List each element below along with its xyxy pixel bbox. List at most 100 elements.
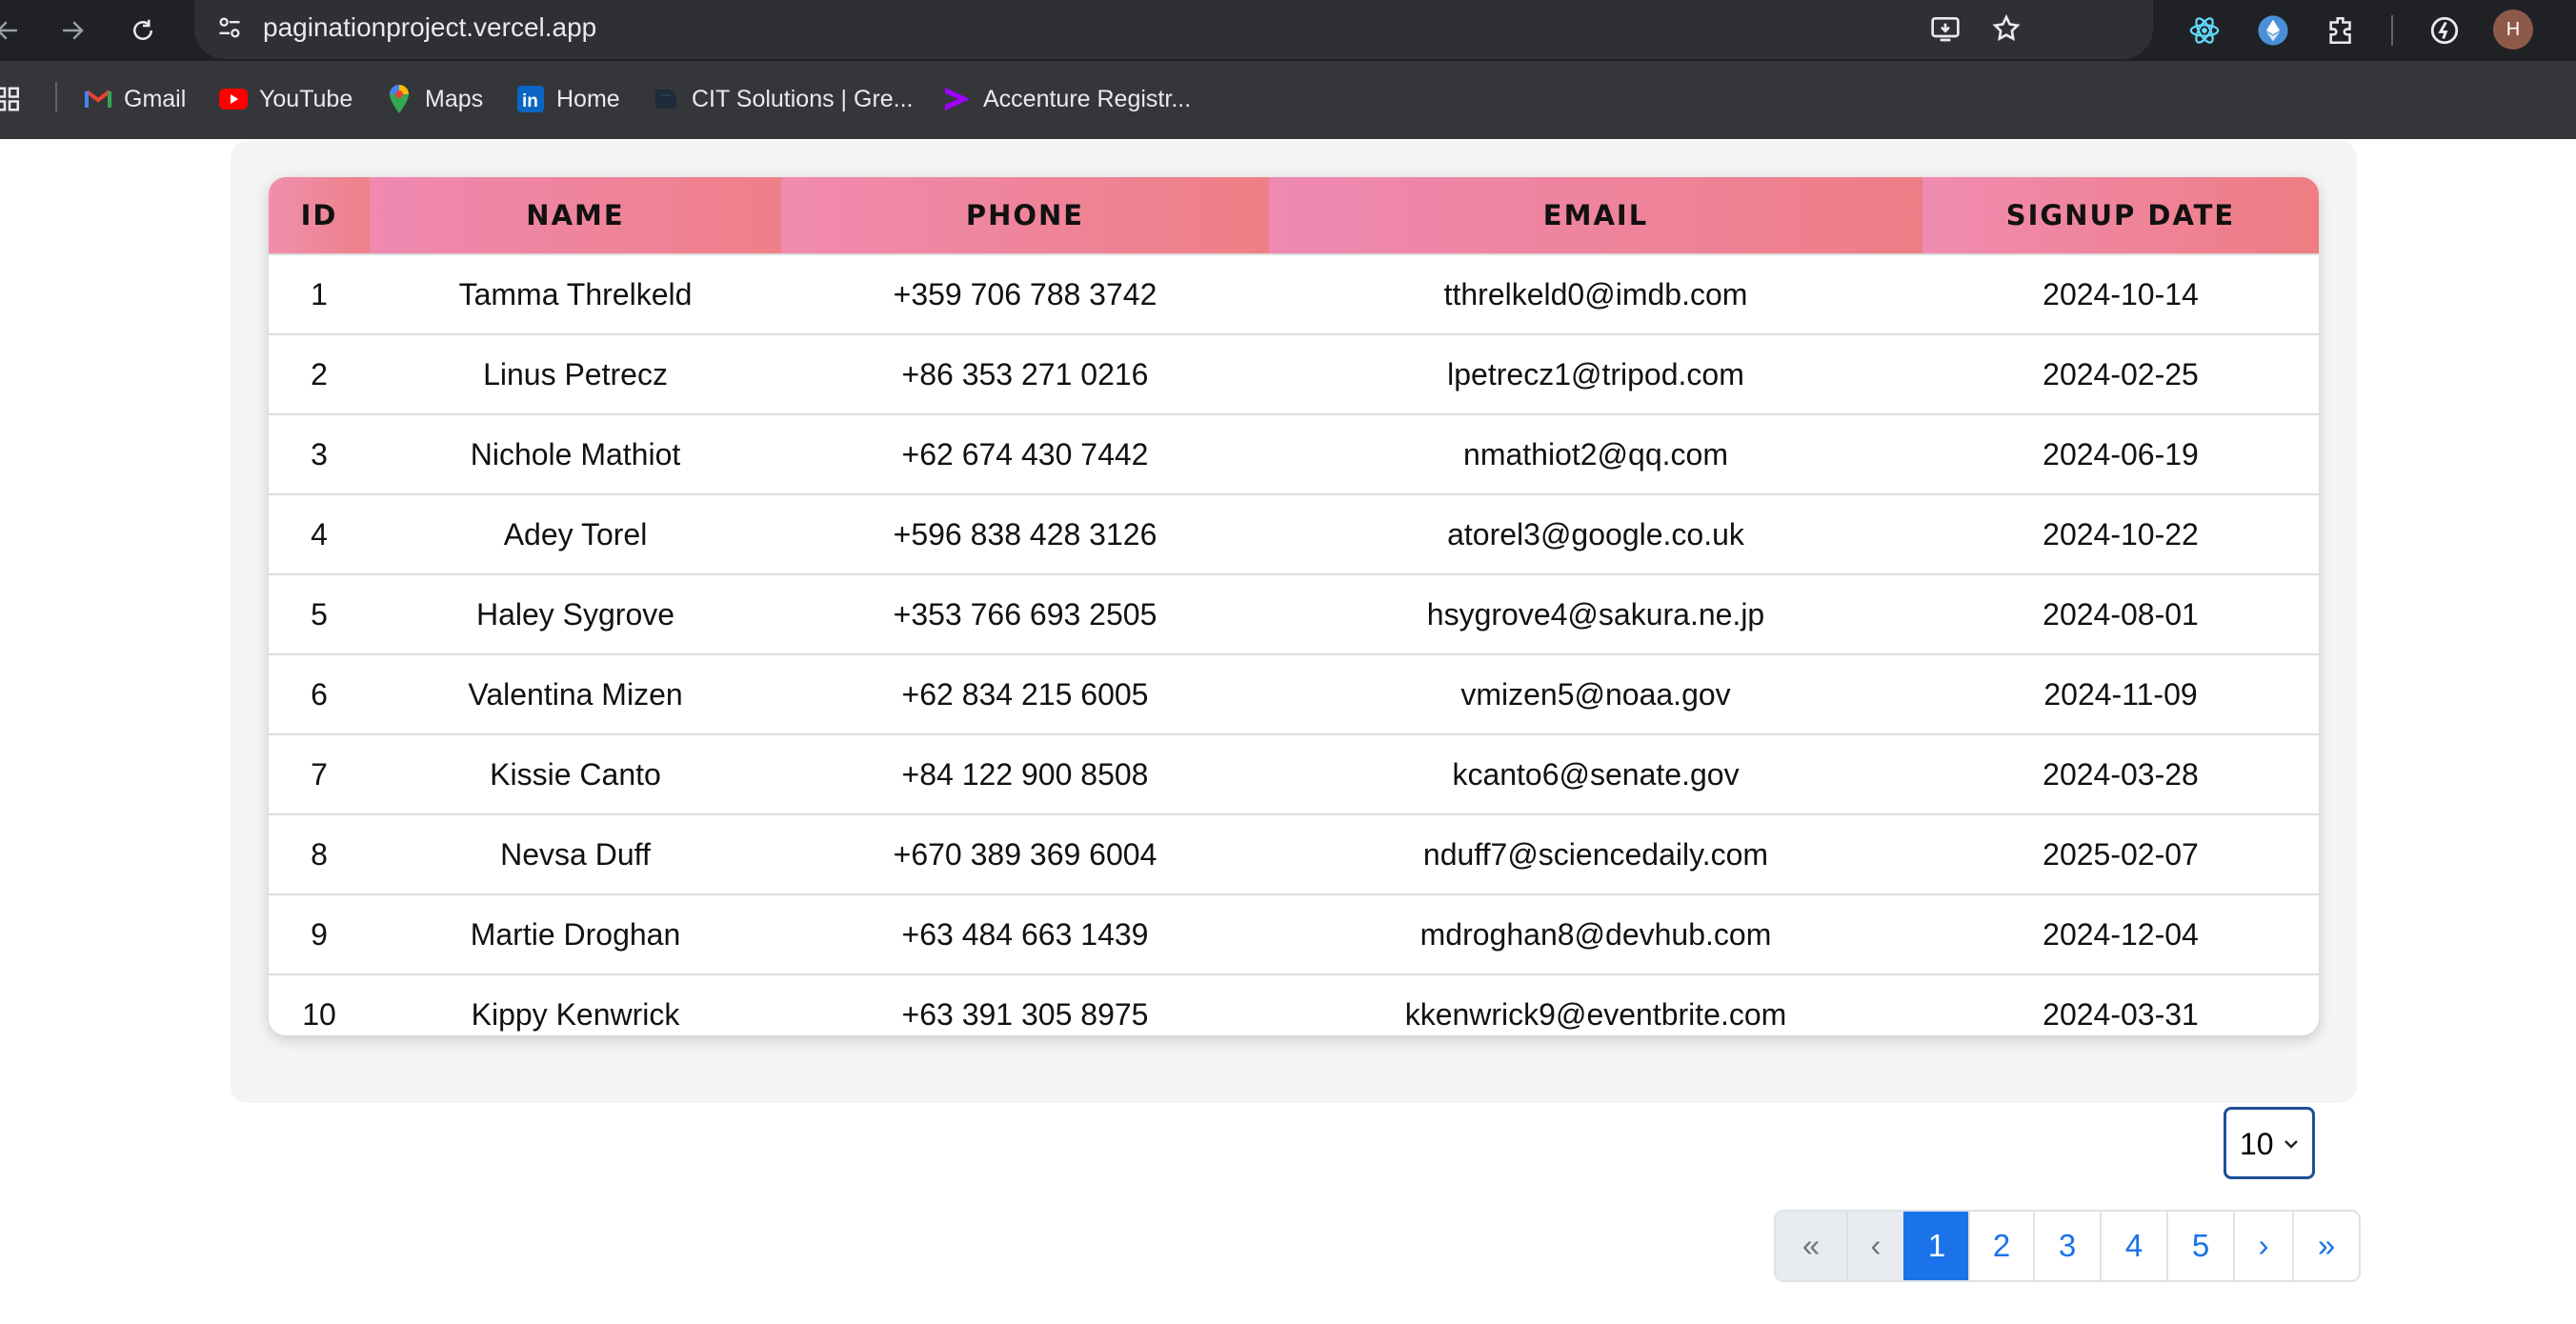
profile-avatar[interactable]: H <box>2493 10 2533 50</box>
bookmark-label: YouTube <box>259 85 353 112</box>
performance-icon[interactable] <box>2425 11 2464 50</box>
bookmark-label: Home <box>556 85 620 112</box>
cell-signup-date: 2025-02-07 <box>1922 813 2319 894</box>
bookmark-label: Gmail <box>124 85 187 112</box>
cell-name: Tamma Threlkeld <box>370 253 781 334</box>
table-row: 10 Kippy Kenwrick +63 391 305 8975 kkenw… <box>269 973 2319 1035</box>
prev-page-button[interactable]: ‹ <box>1846 1212 1903 1280</box>
table-row: 5 Haley Sygrove +353 766 693 2505 hsygro… <box>269 573 2319 654</box>
cell-name: Valentina Mizen <box>370 653 781 734</box>
react-devtools-icon[interactable] <box>2185 11 2224 50</box>
cell-email: kkenwrick9@eventbrite.com <box>1269 973 1922 1035</box>
cell-id: 5 <box>269 573 370 654</box>
header-id[interactable]: ID <box>269 177 370 254</box>
table-row: 3 Nichole Mathiot +62 674 430 7442 nmath… <box>269 413 2319 494</box>
apps-grid-icon[interactable] <box>0 80 29 118</box>
cell-phone: +63 484 663 1439 <box>781 893 1269 974</box>
page-button-3[interactable]: 3 <box>2033 1212 2100 1280</box>
cell-phone: +62 674 430 7442 <box>781 413 1269 494</box>
users-table: ID NAME PHONE EMAIL SIGNUP DATE 1 Tamma … <box>269 177 2319 1035</box>
bookmark-cit-solutions[interactable]: CIT Solutions | Gre... <box>652 80 914 118</box>
bookmark-accenture[interactable]: Accenture Registr... <box>943 80 1191 118</box>
site-settings-icon[interactable] <box>213 11 246 44</box>
toolbar-divider <box>2391 15 2393 46</box>
next-page-button[interactable]: › <box>2233 1212 2292 1280</box>
page-size-value: 10 <box>2240 1127 2274 1161</box>
bookmark-star-icon[interactable] <box>1987 10 2025 48</box>
forward-icon[interactable] <box>51 10 93 51</box>
cell-id: 10 <box>269 973 370 1035</box>
cell-name: Kippy Kenwrick <box>370 973 781 1035</box>
cell-signup-date: 2024-03-31 <box>1922 973 2319 1035</box>
gmail-icon <box>84 85 112 113</box>
page-button-4[interactable]: 4 <box>2100 1212 2166 1280</box>
cell-signup-date: 2024-12-04 <box>1922 893 2319 974</box>
bookmark-youtube[interactable]: YouTube <box>219 80 352 118</box>
cell-phone: +670 389 369 6004 <box>781 813 1269 894</box>
cell-phone: +353 766 693 2505 <box>781 573 1269 654</box>
cell-email: kcanto6@senate.gov <box>1269 733 1922 814</box>
cell-phone: +84 122 900 8508 <box>781 733 1269 814</box>
header-email[interactable]: EMAIL <box>1269 177 1922 254</box>
install-app-icon[interactable] <box>1926 10 1964 48</box>
chevron-down-icon <box>2280 1133 2303 1155</box>
back-icon[interactable] <box>0 10 29 51</box>
header-phone[interactable]: PHONE <box>781 177 1269 254</box>
page-button-2[interactable]: 2 <box>1968 1212 2033 1280</box>
users-table-container: ID NAME PHONE EMAIL SIGNUP DATE 1 Tamma … <box>269 177 2319 1035</box>
header-signup-date[interactable]: SIGNUP DATE <box>1922 177 2319 254</box>
table-row: 2 Linus Petrecz +86 353 271 0216 lpetrec… <box>269 333 2319 414</box>
bookmark-label: Accenture Registr... <box>983 85 1192 112</box>
cell-phone: +86 353 271 0216 <box>781 333 1269 414</box>
address-bar[interactable]: paginationproject.vercel.app <box>194 0 2153 59</box>
bookmarks-divider <box>55 82 57 112</box>
cell-signup-date: 2024-06-19 <box>1922 413 2319 494</box>
table-row: 8 Nevsa Duff +670 389 369 6004 nduff7@sc… <box>269 813 2319 894</box>
cell-id: 7 <box>269 733 370 814</box>
page-button-5[interactable]: 5 <box>2166 1212 2233 1280</box>
cell-id: 9 <box>269 893 370 974</box>
cell-id: 2 <box>269 333 370 414</box>
bookmark-gmail[interactable]: Gmail <box>84 80 186 118</box>
cell-name: Kissie Canto <box>370 733 781 814</box>
table-row: 9 Martie Droghan +63 484 663 1439 mdrogh… <box>269 893 2319 974</box>
browser-chrome: paginationproject.vercel.app H Gmail You… <box>0 0 2576 139</box>
cell-email: nduff7@sciencedaily.com <box>1269 813 1922 894</box>
cell-email: mdroghan8@devhub.com <box>1269 893 1922 974</box>
reload-icon[interactable] <box>122 10 164 51</box>
url-text[interactable]: paginationproject.vercel.app <box>263 11 596 44</box>
wallet-extension-icon[interactable] <box>2254 11 2292 50</box>
cell-id: 8 <box>269 813 370 894</box>
table-row: 4 Adey Torel +596 838 428 3126 atorel3@g… <box>269 493 2319 574</box>
page-button-1[interactable]: 1 <box>1903 1212 1968 1280</box>
table-header-row: ID NAME PHONE EMAIL SIGNUP DATE <box>269 177 2319 254</box>
cell-id: 1 <box>269 253 370 334</box>
bookmark-maps[interactable]: Maps <box>385 80 483 118</box>
extensions-puzzle-icon[interactable] <box>2323 11 2361 50</box>
first-page-button[interactable]: « <box>1776 1212 1846 1280</box>
table-row: 6 Valentina Mizen +62 834 215 6005 vmize… <box>269 653 2319 734</box>
cell-name: Linus Petrecz <box>370 333 781 414</box>
pagination: « ‹ 1 2 3 4 5 › » <box>1774 1210 2361 1282</box>
cell-signup-date: 2024-11-09 <box>1922 653 2319 734</box>
table-row: 1 Tamma Threlkeld +359 706 788 3742 tthr… <box>269 253 2319 334</box>
table-row: 7 Kissie Canto +84 122 900 8508 kcanto6@… <box>269 733 2319 814</box>
cell-id: 6 <box>269 653 370 734</box>
svg-text:in: in <box>522 91 538 111</box>
cell-email: atorel3@google.co.uk <box>1269 493 1922 574</box>
header-name[interactable]: NAME <box>370 177 781 254</box>
maps-icon <box>385 85 413 113</box>
cell-signup-date: 2024-02-25 <box>1922 333 2319 414</box>
cell-signup-date: 2024-08-01 <box>1922 573 2319 654</box>
cell-signup-date: 2024-03-28 <box>1922 733 2319 814</box>
accenture-icon <box>943 85 972 113</box>
cell-email: hsygrove4@sakura.ne.jp <box>1269 573 1922 654</box>
cit-icon <box>652 85 680 113</box>
youtube-icon <box>219 85 248 113</box>
linkedin-icon: in <box>516 85 545 113</box>
last-page-button[interactable]: » <box>2292 1212 2359 1280</box>
cell-name: Nevsa Duff <box>370 813 781 894</box>
page-size-select[interactable]: 10 <box>2224 1107 2315 1179</box>
cell-phone: +63 391 305 8975 <box>781 973 1269 1035</box>
bookmark-home[interactable]: in Home <box>516 80 620 118</box>
